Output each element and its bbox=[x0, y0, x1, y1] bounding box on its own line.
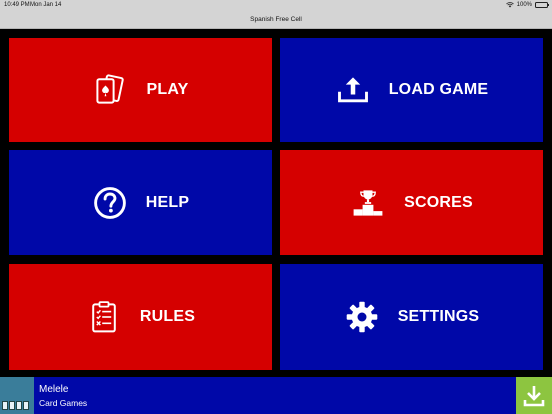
battery-icon bbox=[535, 1, 549, 8]
play-button[interactable]: PLAY bbox=[9, 38, 272, 142]
status-date: Mon Jan 14 bbox=[30, 1, 62, 8]
status-time: 10:49 PM bbox=[4, 1, 30, 8]
rules-button[interactable]: RULES bbox=[9, 264, 272, 370]
settings-button[interactable]: SETTINGS bbox=[280, 264, 543, 370]
question-circle-icon bbox=[92, 185, 128, 221]
gear-icon bbox=[344, 299, 380, 335]
podium-trophy-icon bbox=[350, 185, 386, 221]
clipboard-checklist-icon bbox=[86, 299, 122, 335]
help-button[interactable]: HELP bbox=[9, 150, 272, 255]
status-right: 100% bbox=[505, 1, 549, 8]
scores-label: SCORES bbox=[404, 193, 473, 211]
ad-title: Melele bbox=[39, 383, 69, 395]
ad-app-thumbnail bbox=[0, 377, 34, 414]
download-icon bbox=[523, 385, 545, 406]
help-label: HELP bbox=[145, 193, 190, 211]
status-bar: 10:49 PM Mon Jan 14 100% bbox=[0, 0, 552, 10]
download-button[interactable] bbox=[516, 377, 552, 414]
play-label: PLAY bbox=[146, 81, 189, 98]
settings-label: SETTINGS bbox=[397, 308, 480, 325]
ad-banner[interactable]: Melele Card Games bbox=[0, 377, 552, 414]
battery-percent: 100% bbox=[516, 1, 532, 8]
app-title: Spanish Free Cell bbox=[250, 15, 302, 23]
wifi-icon bbox=[505, 1, 514, 7]
ad-text: Melele Card Games bbox=[39, 384, 87, 408]
upload-icon bbox=[335, 72, 371, 108]
load-game-label: LOAD GAME bbox=[388, 81, 489, 98]
title-bar: Spanish Free Cell bbox=[0, 10, 552, 29]
playing-cards-icon bbox=[92, 72, 128, 108]
ad-subtitle: Card Games bbox=[39, 397, 88, 408]
load-game-button[interactable]: LOAD GAME bbox=[280, 38, 543, 142]
rules-label: RULES bbox=[139, 308, 196, 325]
scores-button[interactable]: SCORES bbox=[280, 150, 543, 255]
